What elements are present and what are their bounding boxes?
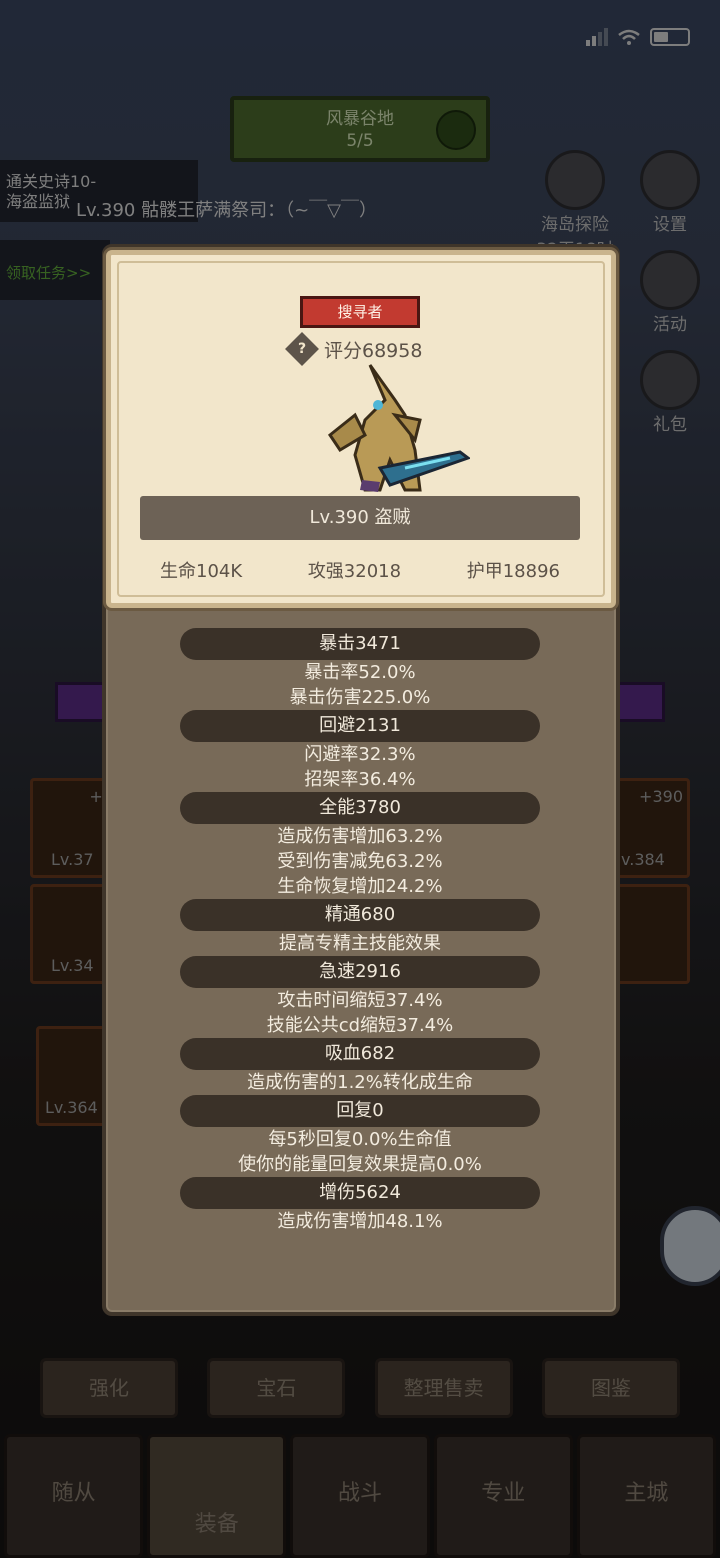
score-row: ? 评分68958 [285, 332, 423, 366]
attr-line: 技能公共cd缩短37.4% [266, 1015, 454, 1036]
basic-stats: 生命104K 攻强32018 护甲18896 [130, 556, 590, 588]
attr-line: 暴击率52.0% [304, 662, 416, 683]
attr-line: 每5秒回复0.0%生命值 [268, 1129, 452, 1150]
attr-line: 提高专精主技能效果 [279, 933, 441, 954]
attr-line: 闪避率32.3% [304, 744, 416, 765]
attr-damage-boost-header: 增伤5624 [180, 1177, 540, 1209]
attr-regen-header: 回复0 [180, 1095, 540, 1127]
title-badge: 搜寻者 [300, 296, 420, 328]
attr-line: 受到伤害减免63.2% [277, 851, 443, 872]
attr-line: 造成伤害增加48.1% [277, 1211, 443, 1232]
attribute-list: 暴击3471 暴击率52.0% 暴击伤害225.0% 回避2131 闪避率32.… [140, 628, 580, 1234]
attr-line: 造成伤害增加63.2% [277, 826, 443, 847]
attack-stat: 攻强32018 [307, 561, 402, 582]
attr-lifesteal-header: 吸血682 [180, 1038, 540, 1070]
attr-line: 使你的能量回复效果提高0.0% [238, 1154, 482, 1175]
attr-haste-header: 急速2916 [180, 956, 540, 988]
hp-stat: 生命104K [160, 561, 243, 582]
attr-line: 生命恢复增加24.2% [277, 876, 443, 897]
attr-line: 招架率36.4% [304, 769, 416, 790]
armor-stat: 护甲18896 [466, 561, 560, 582]
attr-mastery-header: 精通680 [180, 899, 540, 931]
attr-crit-header: 暴击3471 [180, 628, 540, 660]
attr-line: 攻击时间缩短37.4% [277, 990, 443, 1011]
hero-name-bar: Lv.390 盗贼 [140, 496, 580, 540]
attr-line: 造成伤害的1.2%转化成生命 [247, 1072, 473, 1093]
score-value: 评分68958 [324, 339, 423, 362]
attr-avoid-header: 回避2131 [180, 710, 540, 742]
hero-figure [327, 364, 470, 492]
attr-line: 暴击伤害225.0% [289, 687, 431, 708]
attr-versatility-header: 全能3780 [180, 792, 540, 824]
